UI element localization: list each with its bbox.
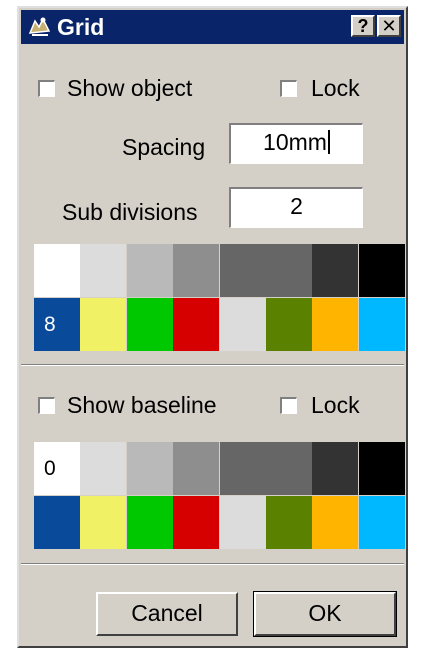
- baseline-grid-color-swatch[interactable]: [34, 495, 80, 549]
- object-grid-color-swatch[interactable]: [266, 297, 312, 351]
- buttons-divider: [21, 563, 404, 565]
- show-object-checkbox[interactable]: [38, 80, 55, 97]
- baseline-grid-color-swatch[interactable]: [266, 442, 312, 495]
- object-grid-color-swatch[interactable]: [358, 297, 405, 351]
- ok-button[interactable]: OK: [253, 591, 397, 637]
- baseline-grid-color-swatch[interactable]: [312, 495, 359, 549]
- object-grid-color-swatch[interactable]: [173, 244, 220, 297]
- window-title: Grid: [57, 14, 105, 40]
- baseline-grid-color-palette: 0: [34, 442, 405, 549]
- object-grid-color-swatch[interactable]: [219, 297, 266, 351]
- baseline-grid-color-swatch[interactable]: [126, 495, 173, 549]
- baseline-grid-color-swatch[interactable]: [173, 442, 220, 495]
- sub-divisions-value: 2: [290, 193, 303, 219]
- object-grid-color-selected-index: 8: [44, 312, 56, 336]
- baseline-grid-color-swatch[interactable]: [80, 495, 127, 549]
- baseline-grid-color-swatch[interactable]: [219, 442, 266, 495]
- cancel-button[interactable]: Cancel: [96, 592, 238, 636]
- object-grid-color-swatch[interactable]: [126, 297, 173, 351]
- object-grid-color-swatch[interactable]: [173, 297, 220, 351]
- baseline-grid-color-swatch[interactable]: [80, 442, 127, 495]
- object-grid-color-palette: 8: [34, 244, 405, 351]
- sub-divisions-label: Sub divisions: [62, 199, 198, 225]
- title-bar[interactable]: Grid ? ✕: [21, 10, 404, 44]
- grid-app-icon: [27, 15, 53, 39]
- text-caret: [327, 130, 330, 154]
- spacing-label: Spacing: [122, 134, 206, 160]
- baseline-grid-color-swatch[interactable]: [219, 495, 266, 549]
- baseline-grid-color-swatch[interactable]: [126, 442, 173, 495]
- baseline-grid-color-swatch[interactable]: 0: [34, 442, 80, 495]
- object-grid-color-swatch[interactable]: [266, 244, 312, 297]
- sub-divisions-field[interactable]: 2: [229, 187, 363, 228]
- grid-dialog: Grid ? ✕ Show object Lock Spacing 10mm S…: [17, 6, 408, 648]
- object-grid-color-swatch[interactable]: [312, 297, 359, 351]
- spacing-field[interactable]: 10mm: [229, 123, 363, 164]
- baseline-grid-color-swatch[interactable]: [358, 495, 405, 549]
- baseline-lock-label: Lock: [311, 392, 360, 418]
- baseline-grid-color-swatch[interactable]: [312, 442, 359, 495]
- baseline-grid-color-selected-index: 0: [44, 457, 56, 480]
- section-divider: [21, 364, 404, 366]
- object-grid-color-swatch[interactable]: [80, 244, 127, 297]
- object-grid-color-swatch[interactable]: [126, 244, 173, 297]
- spacing-value: 10mm: [263, 129, 327, 155]
- close-icon[interactable]: ✕: [377, 15, 401, 37]
- help-icon[interactable]: ?: [351, 15, 375, 37]
- show-baseline-checkbox[interactable]: [38, 397, 55, 414]
- show-baseline-label: Show baseline: [67, 392, 217, 418]
- object-grid-color-swatch[interactable]: [80, 297, 127, 351]
- object-grid-color-swatch[interactable]: [358, 244, 405, 297]
- show-object-label: Show object: [67, 75, 193, 101]
- object-grid-color-swatch[interactable]: [34, 244, 80, 297]
- baseline-grid-color-swatch[interactable]: [266, 495, 312, 549]
- object-lock-label: Lock: [311, 75, 360, 101]
- object-grid-color-swatch[interactable]: [312, 244, 359, 297]
- baseline-grid-color-swatch[interactable]: [358, 442, 405, 495]
- object-grid-color-swatch[interactable]: 8: [34, 297, 80, 351]
- object-grid-color-swatch[interactable]: [219, 244, 266, 297]
- baseline-grid-color-swatch[interactable]: [173, 495, 220, 549]
- object-lock-checkbox[interactable]: [280, 80, 297, 97]
- baseline-lock-checkbox[interactable]: [280, 397, 297, 414]
